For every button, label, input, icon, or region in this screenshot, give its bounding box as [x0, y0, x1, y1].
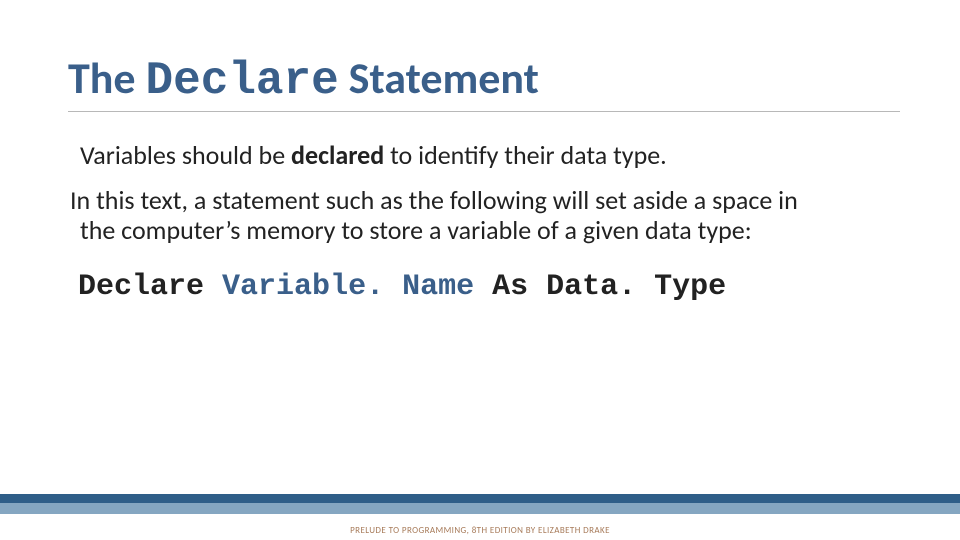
- slide-title: The Declare Statement: [68, 55, 900, 112]
- paragraph-2: In this text, a statement such as the fo…: [80, 185, 820, 246]
- slide: The Declare Statement Variables should b…: [0, 0, 960, 540]
- title-mono-keyword: Declare: [146, 55, 339, 107]
- title-suffix: Statement: [339, 51, 539, 105]
- p1-bold: declared: [291, 139, 384, 171]
- paragraph-1: Variables should be declared to identify…: [80, 140, 820, 171]
- code-keyword-as: As: [492, 270, 528, 304]
- code-keyword-declare: Declare: [78, 270, 204, 304]
- footer-band: [0, 494, 960, 514]
- code-variable-name: Variable. Name: [222, 270, 474, 304]
- code-example: Declare Variable. Name As Data. Type: [78, 270, 820, 305]
- code-datatype: Data. Type: [546, 270, 726, 304]
- p1-pre: Variables should be: [80, 139, 291, 171]
- title-prefix: The: [68, 51, 146, 105]
- slide-body: Variables should be declared to identify…: [80, 140, 820, 305]
- footer-text: PRELUDE TO PROGRAMMING, 8TH EDITION BY E…: [0, 525, 960, 536]
- p1-post: to identify their data type.: [384, 139, 667, 171]
